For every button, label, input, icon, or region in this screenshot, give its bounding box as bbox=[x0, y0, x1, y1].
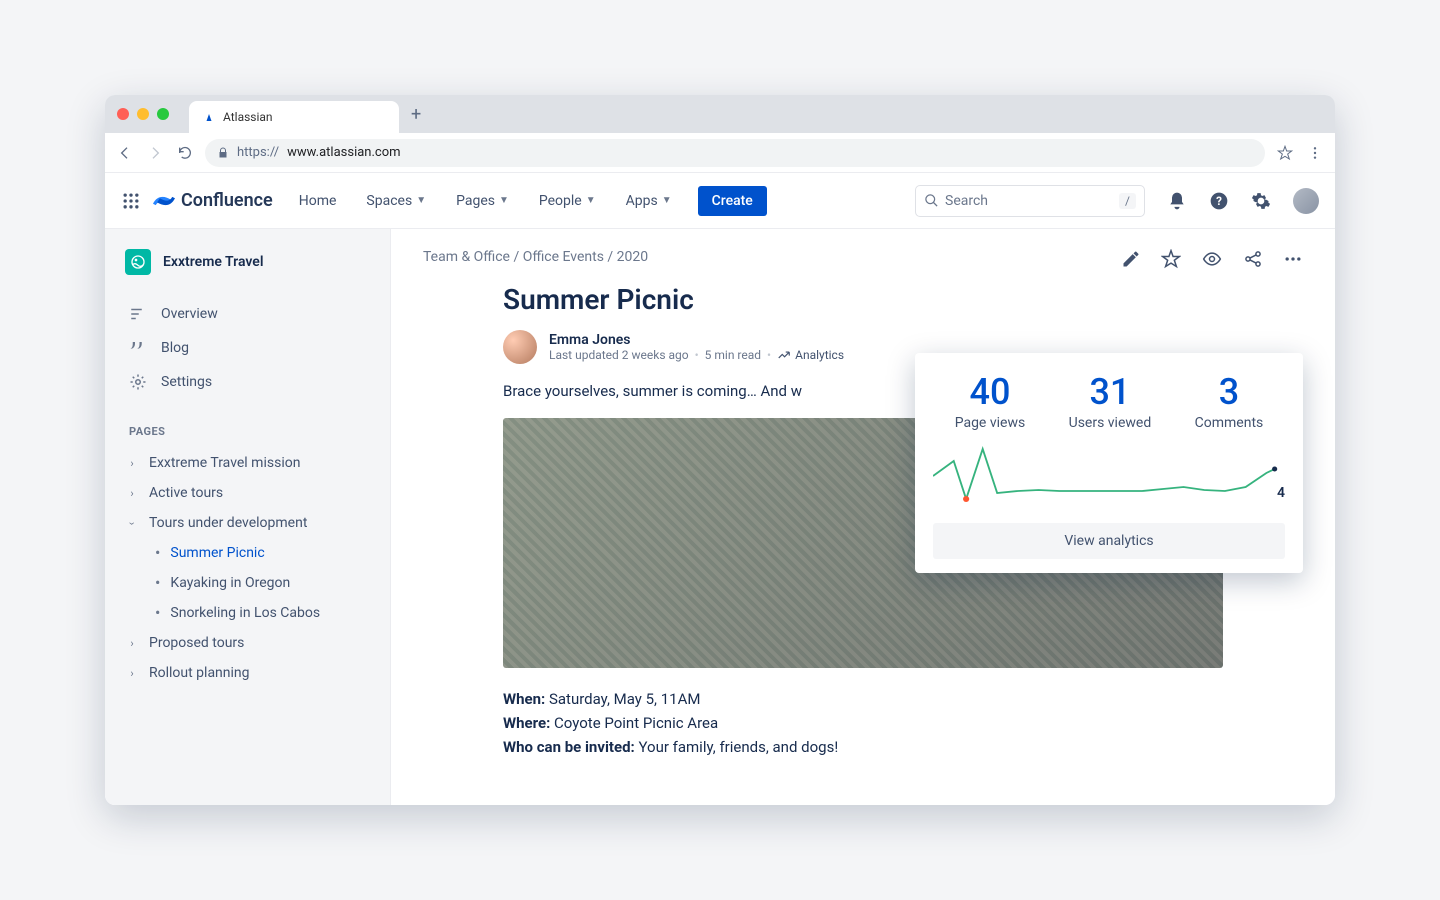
chevron-down-icon: ▼ bbox=[416, 195, 426, 206]
tree-item-mission[interactable]: ›Exxtreme Travel mission bbox=[125, 448, 382, 478]
sidebar-settings[interactable]: Settings bbox=[125, 365, 382, 399]
browser-tab-bar: Atlassian + bbox=[105, 95, 1335, 133]
settings-icon[interactable] bbox=[1251, 191, 1271, 211]
overview-icon bbox=[129, 305, 147, 323]
star-icon[interactable] bbox=[1161, 249, 1181, 269]
chevron-right-icon: › bbox=[125, 667, 139, 680]
browser-toolbar: https:// www.atlassian.com bbox=[105, 133, 1335, 173]
view-analytics-button[interactable]: View analytics bbox=[933, 523, 1285, 559]
reload-button[interactable] bbox=[177, 145, 193, 161]
app-switcher-icon[interactable] bbox=[121, 191, 141, 211]
bullet-icon: • bbox=[155, 575, 160, 591]
stat-comments: 3 Comments bbox=[1195, 371, 1264, 431]
back-button[interactable] bbox=[117, 145, 133, 161]
url-protocol: https:// bbox=[237, 145, 279, 160]
page-actions bbox=[1121, 249, 1303, 269]
user-avatar[interactable] bbox=[1293, 188, 1319, 214]
sparkline-last-value: 4 bbox=[1277, 485, 1285, 501]
event-details: When: Saturday, May 5, 11AM Where: Coyot… bbox=[503, 690, 1223, 756]
when-label: When: bbox=[503, 690, 545, 708]
tab-title: Atlassian bbox=[223, 110, 273, 124]
app-header: Confluence Home Spaces▼ Pages▼ People▼ A… bbox=[105, 173, 1335, 229]
confluence-logo-icon bbox=[153, 190, 175, 212]
when-value: Saturday, May 5, 11AM bbox=[545, 690, 700, 708]
browser-menu-icon[interactable] bbox=[1307, 145, 1323, 161]
svg-text:?: ? bbox=[1216, 194, 1222, 208]
space-icon bbox=[125, 249, 151, 275]
who-value: Your family, friends, and dogs! bbox=[635, 738, 838, 756]
new-tab-button[interactable]: + bbox=[411, 104, 421, 125]
chevron-right-icon: › bbox=[125, 487, 139, 500]
more-icon[interactable] bbox=[1283, 249, 1303, 269]
sidebar-overview[interactable]: Overview bbox=[125, 297, 382, 331]
bullet-icon: • bbox=[155, 545, 160, 561]
nav-people[interactable]: People▼ bbox=[535, 187, 600, 215]
analytics-sparkline: 4 bbox=[933, 441, 1285, 511]
chevron-down-icon: ▼ bbox=[499, 195, 509, 206]
create-button[interactable]: Create bbox=[698, 186, 767, 216]
tree-child-kayaking[interactable]: •Kayaking in Oregon bbox=[125, 568, 382, 598]
chevron-right-icon: › bbox=[125, 637, 139, 650]
atlassian-logo-icon bbox=[203, 111, 215, 123]
notifications-icon[interactable] bbox=[1167, 191, 1187, 211]
blog-icon bbox=[129, 339, 147, 357]
tree-child-snorkeling[interactable]: •Snorkeling in Los Cabos bbox=[125, 598, 382, 628]
tree-item-rollout[interactable]: ›Rollout planning bbox=[125, 658, 382, 688]
window-controls bbox=[117, 108, 169, 120]
page-title: Summer Picnic bbox=[503, 283, 1223, 316]
search-input[interactable]: Search / bbox=[915, 185, 1145, 217]
stat-users-viewed: 31 Users viewed bbox=[1069, 371, 1152, 431]
forward-button[interactable] bbox=[147, 145, 163, 161]
nav-apps[interactable]: Apps▼ bbox=[622, 187, 676, 215]
space-name: Exxtreme Travel bbox=[163, 254, 263, 270]
product-name: Confluence bbox=[181, 190, 273, 211]
chevron-right-icon: › bbox=[125, 457, 139, 470]
edit-icon[interactable] bbox=[1121, 249, 1141, 269]
address-bar[interactable]: https:// www.atlassian.com bbox=[205, 139, 1265, 167]
tree-item-active-tours[interactable]: ›Active tours bbox=[125, 478, 382, 508]
help-icon[interactable]: ? bbox=[1209, 191, 1229, 211]
watch-icon[interactable] bbox=[1201, 249, 1223, 269]
nav-spaces[interactable]: Spaces▼ bbox=[362, 187, 430, 215]
search-icon bbox=[924, 193, 939, 208]
nav-home[interactable]: Home bbox=[295, 187, 341, 215]
search-placeholder: Search bbox=[945, 193, 988, 209]
who-label: Who can be invited: bbox=[503, 738, 635, 756]
share-icon[interactable] bbox=[1243, 249, 1263, 269]
tree-child-summer-picnic[interactable]: •Summer Picnic bbox=[125, 538, 382, 568]
tree-item-proposed[interactable]: ›Proposed tours bbox=[125, 628, 382, 658]
chevron-down-icon: ▼ bbox=[586, 195, 596, 206]
sidebar-blog[interactable]: Blog bbox=[125, 331, 382, 365]
minimize-window-button[interactable] bbox=[137, 108, 149, 120]
space-header[interactable]: Exxtreme Travel bbox=[125, 249, 382, 275]
chevron-down-icon: › bbox=[126, 516, 139, 530]
analytics-popover: 40 Page views 31 Users viewed 3 Comments bbox=[915, 353, 1303, 573]
author-avatar[interactable] bbox=[503, 330, 537, 364]
browser-tab[interactable]: Atlassian bbox=[189, 101, 399, 133]
bullet-icon: • bbox=[155, 605, 160, 621]
pages-section-label: PAGES bbox=[129, 425, 382, 438]
bookmark-star-icon[interactable] bbox=[1277, 145, 1293, 161]
analytics-link[interactable]: Analytics bbox=[777, 348, 844, 362]
confluence-logo[interactable]: Confluence bbox=[153, 190, 273, 212]
chevron-down-icon: ▼ bbox=[662, 195, 672, 206]
stat-page-views: 40 Page views bbox=[955, 371, 1026, 431]
last-updated: Last updated 2 weeks ago bbox=[549, 348, 689, 362]
nav-pages[interactable]: Pages▼ bbox=[452, 187, 513, 215]
lock-icon bbox=[217, 147, 229, 159]
main-content: Team & Office / Office Events / 2020 Sum… bbox=[391, 229, 1335, 805]
search-shortcut: / bbox=[1119, 193, 1136, 209]
sidebar: Exxtreme Travel Overview Blog Settings P… bbox=[105, 229, 391, 805]
close-window-button[interactable] bbox=[117, 108, 129, 120]
author-name[interactable]: Emma Jones bbox=[549, 332, 844, 348]
where-value: Coyote Point Picnic Area bbox=[550, 714, 718, 732]
gear-icon bbox=[129, 373, 147, 391]
maximize-window-button[interactable] bbox=[157, 108, 169, 120]
url-domain: www.atlassian.com bbox=[287, 145, 400, 160]
read-time: 5 min read bbox=[705, 348, 761, 362]
tree-item-tours-dev[interactable]: ›Tours under development bbox=[125, 508, 382, 538]
where-label: Where: bbox=[503, 714, 550, 732]
